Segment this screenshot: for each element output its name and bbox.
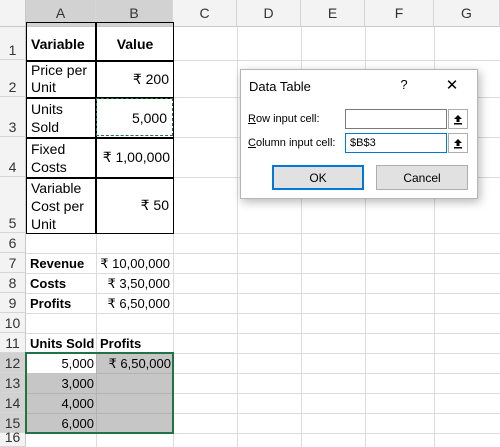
fixed-value-cell[interactable]: ₹ 1,00,000 xyxy=(97,138,172,177)
costs-value-cell[interactable]: ₹ 3,50,000 xyxy=(97,274,171,293)
data-table-dialog: Data Table ? ✕ Row input cell: Column in… xyxy=(240,69,478,199)
row-header-12[interactable]: 12 xyxy=(0,353,26,373)
row-header-9[interactable]: 9 xyxy=(0,293,26,313)
collapse-dialog-icon xyxy=(454,114,462,124)
column-input-label: Column input cell: xyxy=(248,137,335,149)
gridline xyxy=(237,27,238,447)
row-header-5[interactable]: 5 xyxy=(0,177,26,233)
collapse-dialog-icon xyxy=(454,138,462,148)
fixed-label-cell[interactable]: Fixed Costs xyxy=(28,138,83,177)
data-table-header-units[interactable]: Units Sold xyxy=(28,334,96,353)
profits-value-cell[interactable]: ₹ 6,50,000 xyxy=(97,294,171,313)
units-label-cell[interactable]: Units Sold xyxy=(28,98,83,137)
row-input-label: Row input cell: xyxy=(248,113,320,125)
row-header-8[interactable]: 8 xyxy=(0,273,26,293)
selected-range-border xyxy=(25,352,174,434)
revenue-label-cell[interactable]: Revenue xyxy=(28,254,96,273)
row-header-4[interactable]: 4 xyxy=(0,137,26,177)
costs-label-cell[interactable]: Costs xyxy=(28,274,96,293)
row-header-6[interactable]: 6 xyxy=(0,233,26,253)
row-input-field[interactable] xyxy=(345,109,447,129)
row-header-13[interactable]: 13 xyxy=(0,373,26,393)
column-header-c[interactable]: C xyxy=(173,0,237,27)
column-input-field[interactable]: $B$3 xyxy=(345,133,447,153)
header-value-cell[interactable]: Value xyxy=(97,27,173,60)
column-header-e[interactable]: E xyxy=(301,0,365,27)
row-header-10[interactable]: 10 xyxy=(0,313,26,333)
row-header-2[interactable]: 2 xyxy=(0,60,26,97)
revenue-value-cell[interactable]: ₹ 10,00,000 xyxy=(97,254,171,273)
column-header-g[interactable]: G xyxy=(434,0,500,27)
row-header-14[interactable]: 14 xyxy=(0,393,26,413)
row-header-16[interactable]: 16 xyxy=(0,429,26,447)
copy-marquee xyxy=(96,98,173,136)
close-icon[interactable]: ✕ xyxy=(441,76,463,96)
column-input-label-text: Column input cell: xyxy=(248,137,336,149)
row-header-11[interactable]: 11 xyxy=(0,333,26,353)
dialog-title: Data Table xyxy=(249,79,311,94)
varcost-value-cell[interactable]: ₹ 50 xyxy=(97,178,171,233)
select-all-corner[interactable] xyxy=(0,0,26,27)
ok-button[interactable]: OK xyxy=(272,165,364,190)
header-variable-cell[interactable]: Variable xyxy=(28,27,95,60)
column-header-f[interactable]: F xyxy=(365,0,434,27)
price-label-cell[interactable]: Price per Unit xyxy=(28,61,95,97)
row-input-label-text: Row input cell: xyxy=(248,113,320,125)
column-collapse-button[interactable] xyxy=(448,133,468,153)
column-header-d[interactable]: D xyxy=(237,0,301,27)
row-header-3[interactable]: 3 xyxy=(0,97,26,137)
row-collapse-button[interactable] xyxy=(448,109,468,129)
help-button[interactable]: ? xyxy=(394,77,414,95)
cancel-button[interactable]: Cancel xyxy=(376,165,468,190)
profits-label-cell[interactable]: Profits xyxy=(28,294,96,313)
gridline xyxy=(26,313,500,314)
data-table-header-profits[interactable]: Profits xyxy=(97,334,171,353)
varcost-label-cell[interactable]: Variable Cost per Unit xyxy=(28,178,94,233)
price-value-cell[interactable]: ₹ 200 xyxy=(97,61,171,97)
row-header-7[interactable]: 7 xyxy=(0,253,26,273)
row-header-1[interactable]: 1 xyxy=(0,27,26,60)
